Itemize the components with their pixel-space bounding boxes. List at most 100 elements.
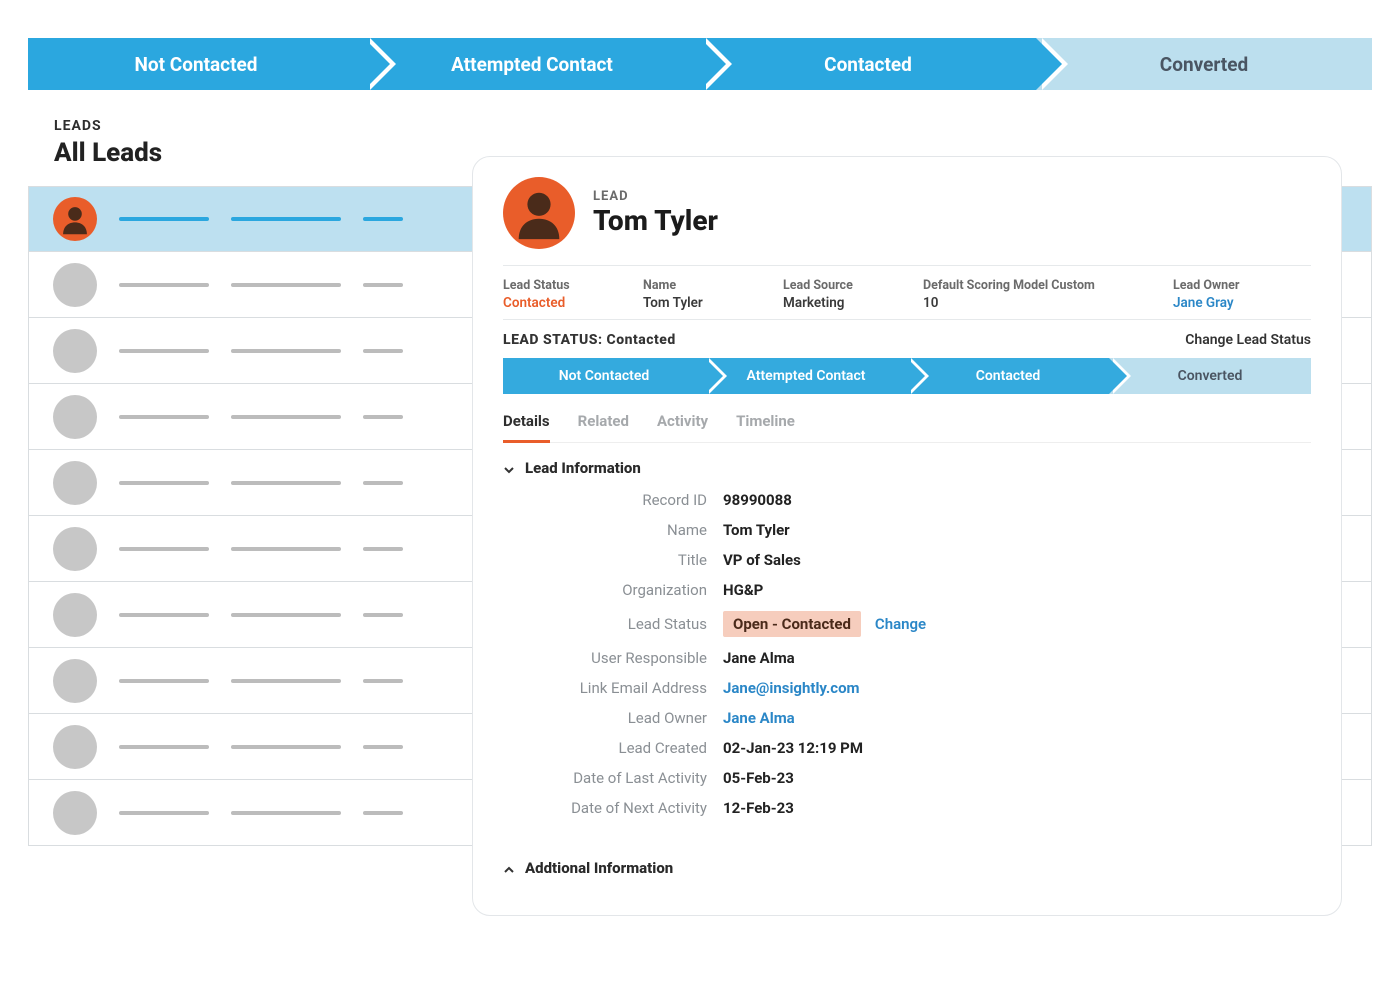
pipeline-stage-attempted-contact[interactable]: Attempted Contact bbox=[364, 38, 700, 90]
avatar bbox=[53, 461, 97, 505]
field-name: Name Tom Tyler bbox=[503, 515, 1311, 545]
pipeline-stage-not-contacted[interactable]: Not Contacted bbox=[28, 38, 364, 90]
field-label: Date of Last Activity bbox=[503, 769, 723, 787]
lead-information-fields: Record ID 98990088 Name Tom Tyler Title … bbox=[503, 485, 1311, 823]
placeholder-text bbox=[363, 613, 403, 617]
placeholder-text bbox=[231, 349, 341, 353]
placeholder-text bbox=[231, 613, 341, 617]
summary-lead-source: Lead Source Marketing bbox=[783, 278, 893, 311]
summary-label: Lead Owner bbox=[1173, 278, 1283, 293]
section-title: Addtional Information bbox=[525, 859, 673, 877]
field-record-id: Record ID 98990088 bbox=[503, 485, 1311, 515]
placeholder-text bbox=[119, 217, 209, 221]
field-value-link[interactable]: Jane@insightly.com bbox=[723, 679, 860, 697]
section-title: Lead Information bbox=[525, 459, 641, 477]
mini-stage-not-contacted[interactable]: Not Contacted bbox=[503, 358, 705, 394]
placeholder-text bbox=[231, 679, 341, 683]
field-label: Lead Created bbox=[503, 739, 723, 757]
tab-details[interactable]: Details bbox=[503, 408, 550, 443]
avatar bbox=[53, 791, 97, 835]
mini-stage-label: Contacted bbox=[976, 368, 1041, 384]
placeholder-text bbox=[363, 745, 403, 749]
placeholder-text bbox=[363, 283, 403, 287]
field-label: Lead Owner bbox=[503, 709, 723, 727]
field-label: Lead Status bbox=[503, 615, 723, 633]
detail-tabs: Details Related Activity Timeline bbox=[503, 394, 1311, 443]
summary-label: Name bbox=[643, 278, 753, 293]
avatar bbox=[53, 593, 97, 637]
summary-value: Contacted bbox=[503, 295, 613, 311]
field-title: Title VP of Sales bbox=[503, 545, 1311, 575]
change-lead-status-button[interactable]: Change Lead Status bbox=[1185, 332, 1311, 348]
lead-eyebrow: LEAD bbox=[593, 189, 718, 204]
field-value: 12-Feb-23 bbox=[723, 799, 794, 817]
summary-name: Name Tom Tyler bbox=[643, 278, 753, 311]
placeholder-text bbox=[119, 349, 209, 353]
mini-stage-converted[interactable]: Converted bbox=[1109, 358, 1311, 394]
pipeline-stage-label: Attempted Contact bbox=[451, 53, 613, 76]
tab-activity[interactable]: Activity bbox=[657, 408, 708, 442]
field-label: Link Email Address bbox=[503, 679, 723, 697]
field-lead-owner: Lead Owner Jane Alma bbox=[503, 703, 1311, 733]
placeholder-text bbox=[231, 811, 341, 815]
field-value: 98990088 bbox=[723, 491, 792, 509]
mini-stage-label: Converted bbox=[1178, 368, 1243, 384]
placeholder-text bbox=[363, 217, 403, 221]
field-lead-status: Lead Status Open - Contacted Change bbox=[503, 605, 1311, 643]
avatar bbox=[53, 197, 97, 241]
avatar bbox=[53, 659, 97, 703]
summary-label: Lead Status bbox=[503, 278, 613, 293]
tab-timeline[interactable]: Timeline bbox=[736, 408, 795, 442]
placeholder-text bbox=[119, 745, 209, 749]
avatar bbox=[53, 263, 97, 307]
avatar bbox=[53, 725, 97, 769]
summary-label: Default Scoring Model Custom bbox=[923, 278, 1143, 293]
placeholder-text bbox=[363, 679, 403, 683]
mini-stage-attempted-contact[interactable]: Attempted Contact bbox=[705, 358, 907, 394]
field-lead-created: Lead Created 02-Jan-23 12:19 PM bbox=[503, 733, 1311, 763]
placeholder-text bbox=[231, 415, 341, 419]
section-additional-information-toggle[interactable]: Addtional Information bbox=[503, 843, 1311, 885]
change-link[interactable]: Change bbox=[875, 615, 926, 633]
placeholder-text bbox=[363, 349, 403, 353]
placeholder-text bbox=[119, 547, 209, 551]
field-value: Jane Alma bbox=[723, 649, 795, 667]
field-value: Tom Tyler bbox=[723, 521, 790, 539]
tab-label: Related bbox=[578, 412, 629, 430]
mini-pipeline: Not Contacted Attempted Contact Contacte… bbox=[503, 358, 1311, 394]
mini-stage-contacted[interactable]: Contacted bbox=[907, 358, 1109, 394]
summary-value-link[interactable]: Jane Gray bbox=[1173, 295, 1283, 311]
pipeline-stage-label: Contacted bbox=[824, 53, 912, 76]
mini-stage-label: Attempted Contact bbox=[747, 368, 866, 384]
placeholder-text bbox=[231, 745, 341, 749]
tab-related[interactable]: Related bbox=[578, 408, 629, 442]
lead-status-badge: Open - Contacted bbox=[723, 611, 861, 637]
lead-status-bar: LEAD STATUS: Contacted Change Lead Statu… bbox=[503, 320, 1311, 358]
tab-label: Timeline bbox=[736, 412, 795, 430]
summary-lead-owner: Lead Owner Jane Gray bbox=[1173, 278, 1283, 311]
field-value-link[interactable]: Jane Alma bbox=[723, 709, 795, 727]
field-next-activity: Date of Next Activity 12-Feb-23 bbox=[503, 793, 1311, 823]
section-lead-information-toggle[interactable]: Lead Information bbox=[503, 443, 1311, 485]
placeholder-text bbox=[363, 415, 403, 419]
tab-label: Activity bbox=[657, 412, 708, 430]
chevron-up-icon bbox=[503, 862, 515, 874]
avatar bbox=[503, 177, 575, 249]
placeholder-text bbox=[231, 217, 341, 221]
field-last-activity: Date of Last Activity 05-Feb-23 bbox=[503, 763, 1311, 793]
placeholder-text bbox=[119, 481, 209, 485]
placeholder-text bbox=[119, 679, 209, 683]
field-user-responsible: User Responsible Jane Alma bbox=[503, 643, 1311, 673]
lead-name-heading: Tom Tyler bbox=[593, 204, 718, 237]
pipeline-stage-converted[interactable]: Converted bbox=[1036, 38, 1372, 90]
summary-value: 10 bbox=[923, 295, 1143, 311]
pipeline-stage-contacted[interactable]: Contacted bbox=[700, 38, 1036, 90]
placeholder-text bbox=[363, 811, 403, 815]
lead-detail-card: LEAD Tom Tyler Lead Status Contacted Nam… bbox=[472, 156, 1342, 916]
field-label: Record ID bbox=[503, 491, 723, 509]
field-label: User Responsible bbox=[503, 649, 723, 667]
placeholder-text bbox=[231, 283, 341, 287]
leads-eyebrow: LEADS bbox=[54, 118, 1372, 134]
lead-header: LEAD Tom Tyler bbox=[503, 177, 1311, 249]
summary-lead-status: Lead Status Contacted bbox=[503, 278, 613, 311]
